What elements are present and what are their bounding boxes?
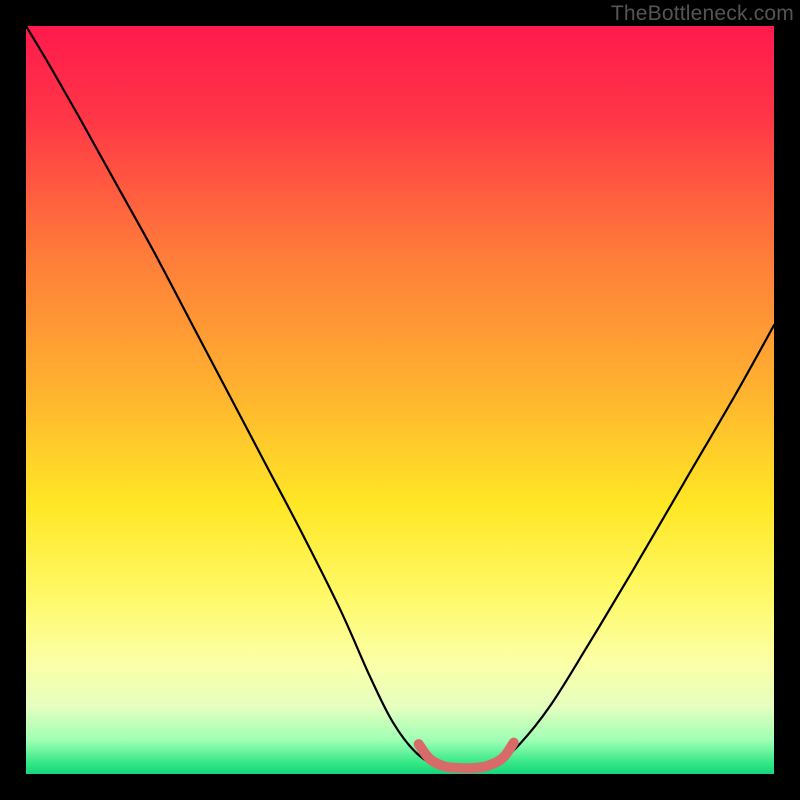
bottleneck-chart: [26, 26, 774, 774]
watermark-text: TheBottleneck.com: [611, 2, 794, 26]
chart-frame: TheBottleneck.com: [0, 0, 800, 800]
plot-area: [26, 26, 774, 774]
gradient-background: [26, 26, 774, 774]
